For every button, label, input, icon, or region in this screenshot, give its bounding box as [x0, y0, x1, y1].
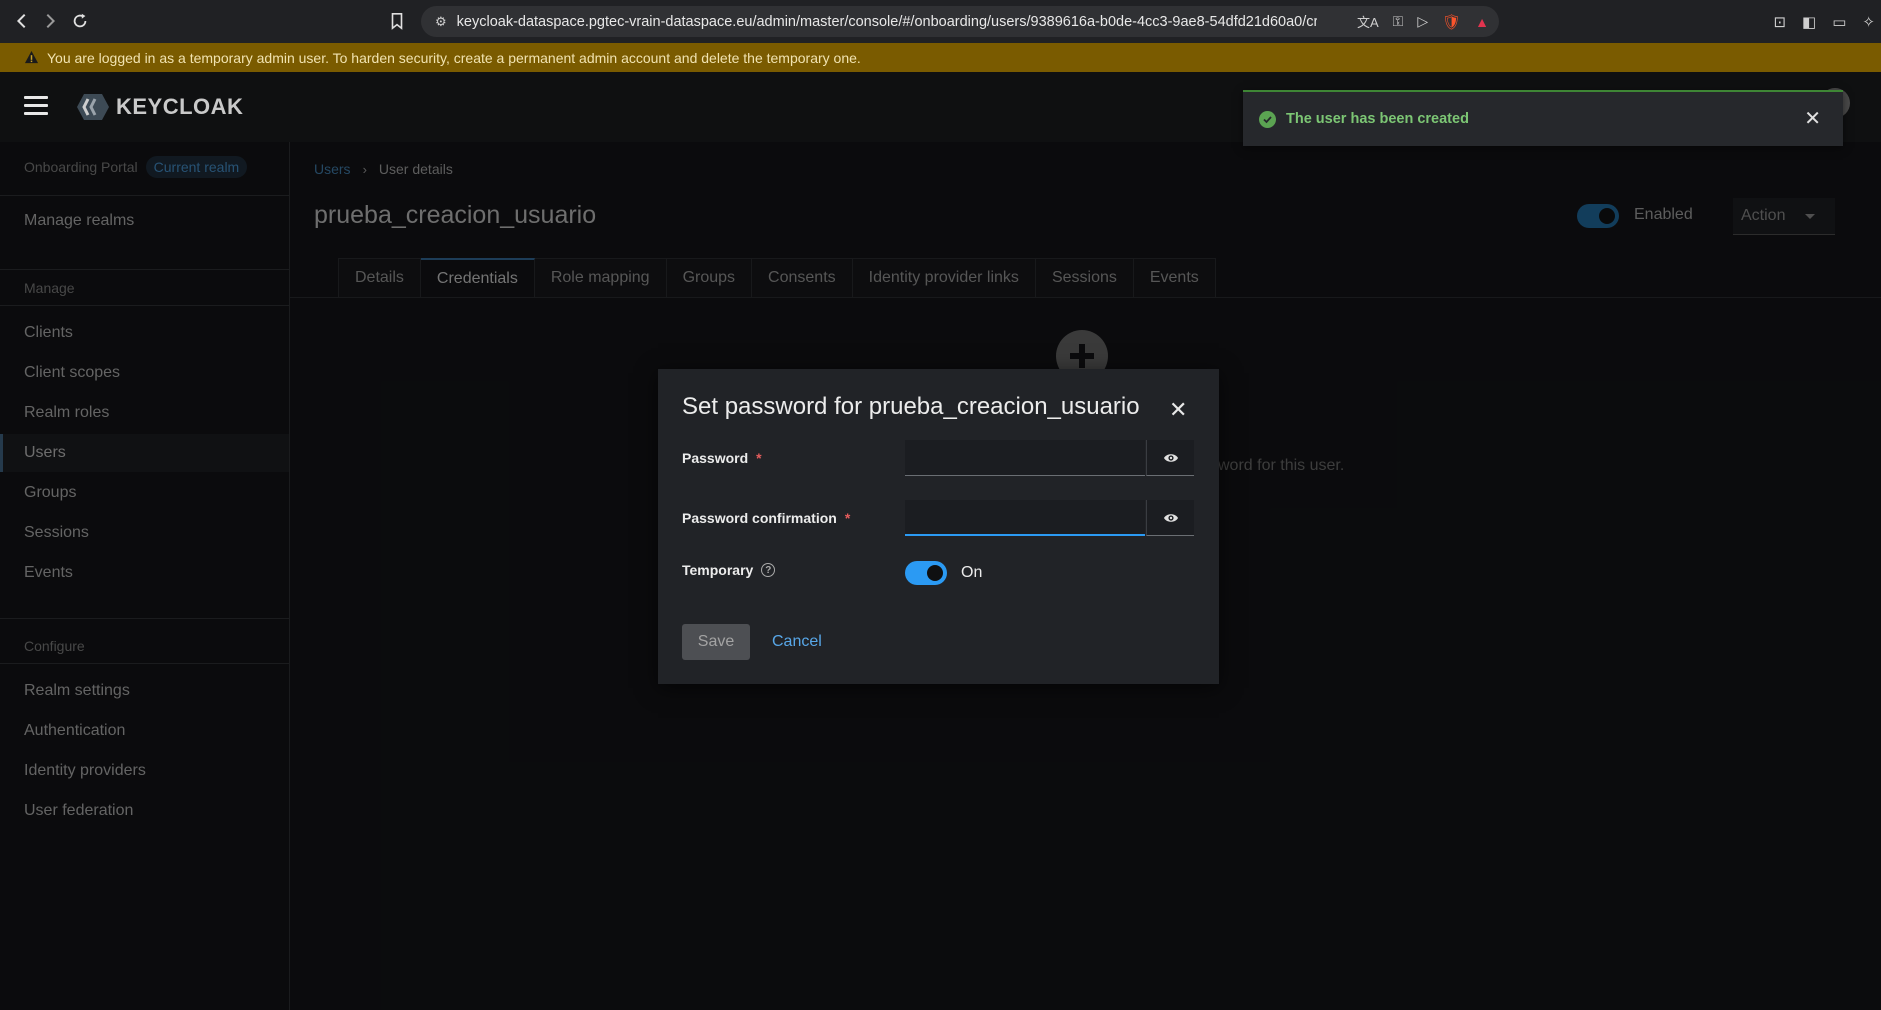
- url-text: keycloak-dataspace.pgtec-vrain-dataspace…: [456, 13, 1317, 30]
- close-icon[interactable]: ✕: [1169, 397, 1187, 423]
- back-icon[interactable]: [8, 7, 36, 35]
- screenshot-icon[interactable]: ⊡: [1773, 13, 1786, 31]
- translate-icon[interactable]: 文A: [1357, 12, 1379, 31]
- password-confirmation-label: Password confirmation *: [682, 510, 850, 526]
- modal-title: Set password for prueba_creacion_usuario: [682, 393, 1140, 420]
- bookmark-icon[interactable]: [383, 7, 411, 35]
- cancel-button[interactable]: Cancel: [772, 624, 822, 660]
- toast-message: The user has been created: [1286, 111, 1469, 127]
- close-icon[interactable]: ✕: [1804, 109, 1821, 129]
- brave-shield-icon[interactable]: 🛡: [1442, 13, 1461, 31]
- password-input[interactable]: [905, 440, 1145, 476]
- password-label-text: Password: [682, 450, 749, 466]
- sidebar-toggle-icon[interactable]: ◧: [1802, 13, 1816, 31]
- password-label: Password *: [682, 450, 762, 466]
- check-circle-icon: [1259, 110, 1276, 128]
- temporary-toggle[interactable]: [905, 561, 947, 585]
- menu-icon[interactable]: [24, 96, 48, 116]
- password-key-icon[interactable]: ⚿: [1393, 13, 1404, 30]
- forward-icon[interactable]: [36, 7, 64, 35]
- leo-ai-icon[interactable]: ✧: [1862, 13, 1875, 31]
- warning-icon: [24, 50, 39, 64]
- browser-toolbar: ⚙ keycloak-dataspace.pgtec-vrain-dataspa…: [0, 0, 1881, 43]
- keycloak-logo[interactable]: KEYCLOAK: [76, 92, 243, 122]
- set-password-modal: Set password for prueba_creacion_usuario…: [658, 369, 1219, 684]
- temporary-state-label: On: [961, 564, 983, 581]
- address-bar[interactable]: ⚙ keycloak-dataspace.pgtec-vrain-dataspa…: [421, 6, 1499, 37]
- temporary-admin-banner: You are logged in as a temporary admin u…: [0, 43, 1881, 72]
- temporary-label-text: Temporary: [682, 562, 754, 578]
- logo-text: KEYCLOAK: [116, 94, 244, 119]
- eye-icon: [1163, 513, 1178, 522]
- required-mark: *: [756, 450, 762, 466]
- send-icon[interactable]: ▷: [1417, 13, 1428, 30]
- site-settings-icon[interactable]: ⚙: [435, 14, 447, 30]
- password-confirmation-label-text: Password confirmation: [682, 510, 837, 526]
- eye-icon: [1163, 453, 1178, 462]
- banner-text: You are logged in as a temporary admin u…: [47, 49, 861, 66]
- reload-icon[interactable]: [66, 7, 94, 35]
- password-confirmation-input[interactable]: [905, 500, 1145, 536]
- show-password-confirmation-button[interactable]: [1146, 500, 1194, 536]
- help-icon[interactable]: ?: [761, 563, 776, 577]
- success-toast: The user has been created ✕: [1243, 90, 1843, 146]
- required-mark: *: [844, 510, 851, 526]
- show-password-button[interactable]: [1146, 440, 1194, 476]
- brave-rewards-icon[interactable]: ▲: [1475, 14, 1489, 30]
- keycloak-logo-icon: [77, 94, 109, 120]
- save-button[interactable]: Save: [682, 624, 750, 660]
- temporary-label: Temporary ?: [682, 562, 776, 578]
- wallet-icon[interactable]: ▭: [1832, 13, 1846, 31]
